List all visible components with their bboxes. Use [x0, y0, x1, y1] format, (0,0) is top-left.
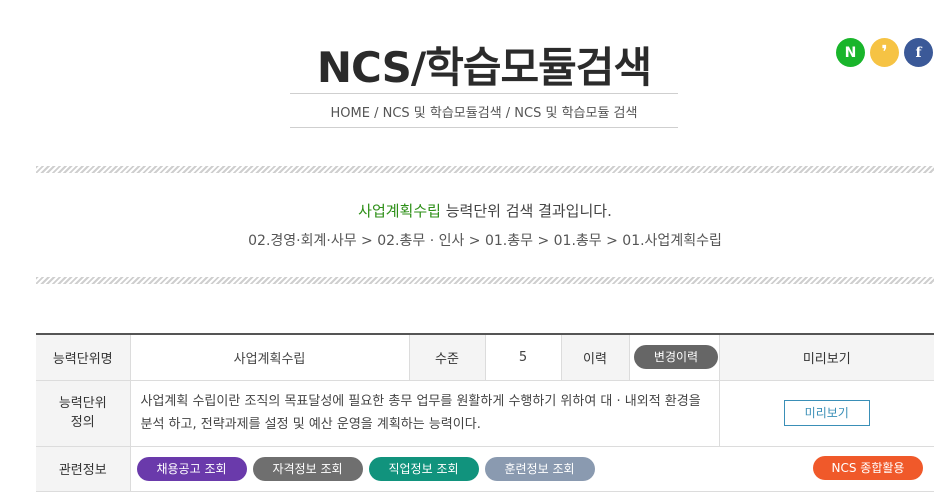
unit-name-value: 사업계획수립: [130, 333, 410, 381]
preview-button[interactable]: 미리보기: [783, 400, 870, 426]
qualification-button[interactable]: 자격정보 조회: [252, 456, 363, 481]
naver-icon[interactable]: N: [836, 38, 865, 67]
unit-name-label: 능력단위명: [36, 333, 131, 381]
occupation-button[interactable]: 직업정보 조회: [368, 456, 479, 481]
level-label: 수준: [409, 333, 486, 381]
page-title: NCS/학습모듈검색: [316, 43, 652, 92]
kakao-icon[interactable]: ❜: [870, 38, 899, 67]
hatch-divider-top: [36, 166, 934, 173]
definition-text: 사업계획 수립이란 조직의 목표달성에 필요한 총무 업무를 원활하게 수행하기…: [130, 380, 720, 447]
related-buttons: 채용공고 조회 자격정보 조회 직업정보 조회 훈련정보 조회 NCS 종합활용: [131, 455, 935, 481]
job-posting-button[interactable]: 채용공고 조회: [136, 456, 247, 481]
change-history-button[interactable]: 변경이력: [634, 345, 718, 370]
related-cell: 채용공고 조회 자격정보 조회 직업정보 조회 훈련정보 조회 NCS 종합활용: [130, 446, 935, 492]
definition-label: 능력단위 정의: [36, 380, 131, 447]
table-row: 능력단위 정의 사업계획 수립이란 조직의 목표달성에 필요한 총무 업무를 원…: [36, 380, 934, 447]
title-divider-top: [290, 93, 678, 94]
history-label: 이력: [561, 333, 630, 381]
level-value: 5: [485, 333, 562, 381]
ncs-utilization-button[interactable]: NCS 종합활용: [813, 455, 923, 480]
result-message: 사업계획수립 능력단위 검색 결과입니다.: [36, 200, 934, 221]
breadcrumb: HOME / NCS 및 학습모듈검색 / NCS 및 학습모듈 검색: [330, 106, 638, 121]
preview-header: 미리보기: [719, 333, 934, 381]
training-button[interactable]: 훈련정보 조회: [484, 456, 595, 481]
facebook-icon[interactable]: f: [904, 38, 933, 67]
share-buttons: N ❜ f: [836, 38, 933, 67]
table-row: 능력단위명 사업계획수립 수준 5 이력 변경이력 미리보기: [36, 333, 934, 381]
table-row: 관련정보 채용공고 조회 자격정보 조회 직업정보 조회 훈련정보 조회 NCS…: [36, 446, 935, 492]
preview-cell: 미리보기: [719, 380, 934, 447]
result-keyword: 사업계획수립: [358, 202, 441, 220]
title-divider-bottom: [290, 127, 678, 128]
category-path: 02.경영·회계·사무 > 02.총무 · 인사 > 01.총무 > 01.총무…: [248, 233, 722, 249]
unit-info-table: 능력단위명 사업계획수립 수준 5 이력 변경이력 미리보기 능력단위 정의 사…: [36, 333, 934, 492]
hatch-divider-bottom: [36, 277, 934, 284]
result-suffix: 능력단위 검색 결과입니다.: [440, 202, 612, 220]
history-cell: 변경이력: [629, 333, 720, 381]
related-label: 관련정보: [36, 446, 131, 492]
